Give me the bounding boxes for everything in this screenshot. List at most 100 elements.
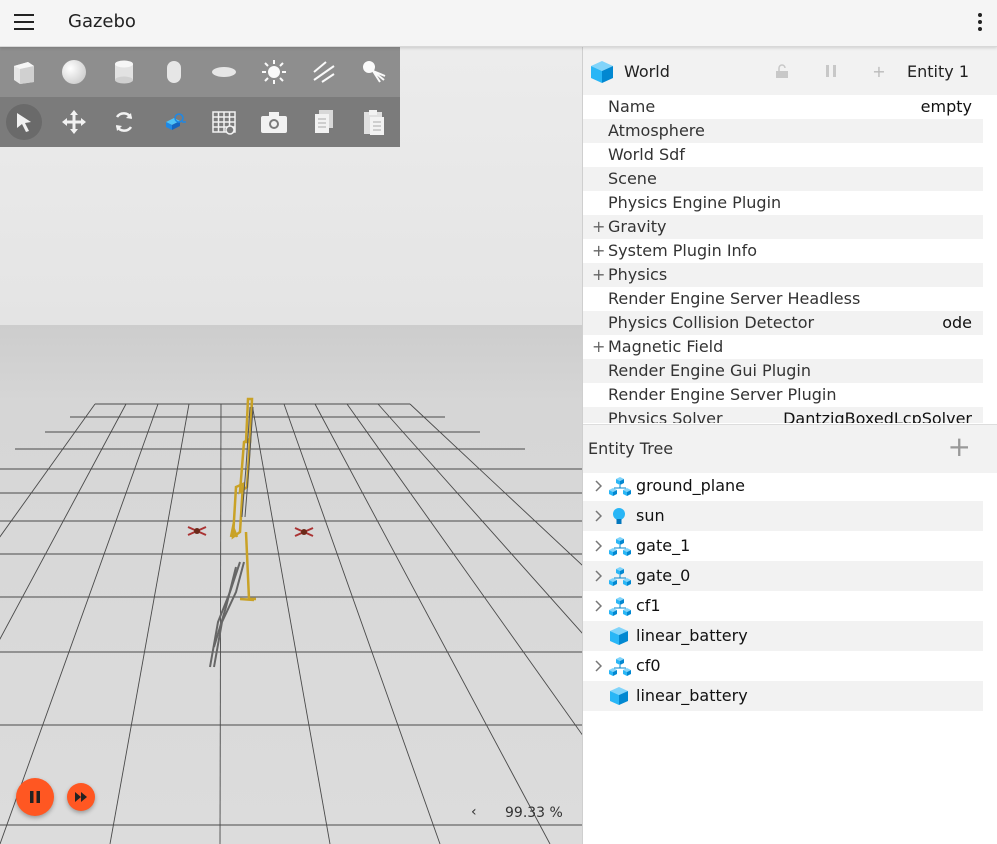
property-row: Render Engine Server Plugin	[583, 383, 983, 407]
property-label: Atmosphere	[608, 121, 705, 140]
model-icon	[609, 656, 631, 676]
expand-plus-icon[interactable]: +	[592, 239, 605, 263]
property-row: Physics Collision Detector ode	[583, 311, 983, 335]
property-row: Scene	[583, 167, 983, 191]
entity-tree-item-label: gate_0	[636, 566, 691, 585]
entity-tree-item-label: gate_1	[636, 536, 691, 555]
entity-tree-item[interactable]: gate_1	[583, 531, 983, 561]
3d-scene-viewport[interactable]	[0, 47, 583, 844]
property-value: ode	[942, 313, 972, 332]
chevron-right-icon[interactable]	[594, 561, 603, 593]
more-options-icon[interactable]	[977, 13, 983, 33]
property-row: Atmosphere	[583, 119, 983, 143]
property-label: World Sdf	[608, 145, 685, 164]
model-icon	[609, 536, 631, 556]
stats-expand-arrow[interactable]: ‹	[471, 804, 477, 820]
screenshot-icon[interactable]	[256, 104, 292, 140]
transform-control-icon[interactable]	[156, 104, 192, 140]
step-button[interactable]	[67, 783, 95, 811]
entity-tree-item[interactable]: ground_plane	[583, 471, 983, 501]
property-row[interactable]: + Magnetic Field	[583, 335, 983, 359]
lock-icon[interactable]	[772, 61, 792, 81]
world-cube-icon	[591, 61, 613, 83]
chevron-right-icon[interactable]	[594, 471, 603, 503]
property-row: Physics Solver DantzigBoxedLcpSolver	[583, 407, 983, 423]
right-panel: World + Entity 1 Name empty Atmosphere Worl…	[583, 47, 997, 844]
property-row: Render Engine Server Headless	[583, 287, 983, 311]
property-row: Physics Engine Plugin	[583, 191, 983, 215]
scene-render	[0, 47, 582, 844]
paste-icon[interactable]	[356, 104, 392, 140]
model-icon	[609, 476, 631, 496]
tools-toolbar-row	[0, 97, 400, 147]
shapes-and-tools-toolbar	[0, 47, 400, 147]
entity-tree-item-label: cf1	[636, 596, 661, 615]
property-label: Physics Solver	[608, 409, 723, 423]
entity-tree-item-label: ground_plane	[636, 476, 745, 495]
cube-icon	[609, 686, 629, 706]
chevron-right-icon[interactable]	[594, 531, 603, 563]
app-title: Gazebo	[68, 11, 136, 32]
select-arrow-icon[interactable]	[6, 104, 42, 140]
property-label: Scene	[608, 169, 657, 188]
property-label: Physics	[608, 265, 668, 284]
add-entity-button[interactable]: +	[948, 432, 971, 462]
entity-tree-item[interactable]: linear_battery	[583, 621, 983, 651]
properties-scrollbar[interactable]	[983, 95, 997, 423]
entity-tree-item[interactable]: cf1	[583, 591, 983, 621]
cube-icon	[609, 626, 629, 646]
entity-tree-item-label: linear_battery	[636, 626, 748, 645]
component-inspector-header: World + Entity 1	[583, 47, 997, 95]
box-icon[interactable]	[6, 54, 42, 90]
pause-updates-icon[interactable]	[821, 61, 841, 81]
component-properties-list: Name empty Atmosphere World Sdf Scene Physics…	[583, 95, 983, 423]
property-label: Physics Engine Plugin	[608, 193, 782, 212]
capsule-icon[interactable]	[156, 54, 192, 90]
sphere-icon[interactable]	[56, 54, 92, 90]
entity-tree-item[interactable]: gate_0	[583, 561, 983, 591]
entity-tree-header: Entity Tree +	[583, 424, 997, 473]
component-inspector-title: World	[624, 62, 670, 81]
entity-tree-item-label: linear_battery	[636, 686, 748, 705]
expand-plus-icon[interactable]: +	[592, 215, 605, 239]
property-label: Magnetic Field	[608, 337, 724, 356]
grid-icon[interactable]	[206, 104, 242, 140]
chevron-right-icon[interactable]	[594, 651, 603, 683]
hamburger-menu-icon[interactable]	[14, 14, 34, 30]
model-icon	[609, 596, 631, 616]
entity-tree-item-label: cf0	[636, 656, 661, 675]
chevron-right-icon[interactable]	[594, 501, 603, 533]
rotate-icon[interactable]	[106, 104, 142, 140]
property-label: Gravity	[608, 217, 667, 236]
add-component-icon[interactable]: +	[869, 61, 889, 81]
pause-button[interactable]	[16, 778, 54, 816]
expand-plus-icon[interactable]: +	[592, 263, 605, 287]
fast-forward-icon	[75, 792, 87, 802]
cylinder-icon[interactable]	[106, 54, 142, 90]
entity-tree-list: ground_planesun gate_1 gate_0 cf1 linear_bat…	[583, 471, 983, 711]
spot-light-icon[interactable]	[356, 54, 392, 90]
property-label: Render Engine Server Headless	[608, 289, 861, 308]
top-bar: Gazebo	[0, 0, 997, 47]
entity-tree-item[interactable]: cf0	[583, 651, 983, 681]
chevron-right-icon[interactable]	[594, 591, 603, 623]
sun-icon[interactable]	[256, 54, 292, 90]
shapes-toolbar-row	[0, 47, 400, 97]
property-row[interactable]: + Gravity	[583, 215, 983, 239]
entity-tree-title: Entity Tree	[588, 439, 674, 458]
property-label: Physics Collision Detector	[608, 313, 815, 332]
pause-icon	[30, 791, 40, 803]
entity-tree-item[interactable]: linear_battery	[583, 681, 983, 711]
property-label: Render Engine Server Plugin	[608, 385, 837, 404]
directional-light-icon[interactable]	[306, 54, 342, 90]
entity-tree-item[interactable]: sun	[583, 501, 983, 531]
expand-plus-icon[interactable]: +	[592, 335, 605, 359]
translate-icon[interactable]	[56, 104, 92, 140]
ellipsoid-icon[interactable]	[206, 54, 242, 90]
property-row[interactable]: + System Plugin Info	[583, 239, 983, 263]
property-row[interactable]: + Physics	[583, 263, 983, 287]
light-bulb-icon	[609, 506, 629, 526]
entity-id-label: Entity 1	[907, 62, 969, 81]
copy-icon[interactable]	[306, 104, 342, 140]
property-row: Name empty	[583, 95, 983, 119]
